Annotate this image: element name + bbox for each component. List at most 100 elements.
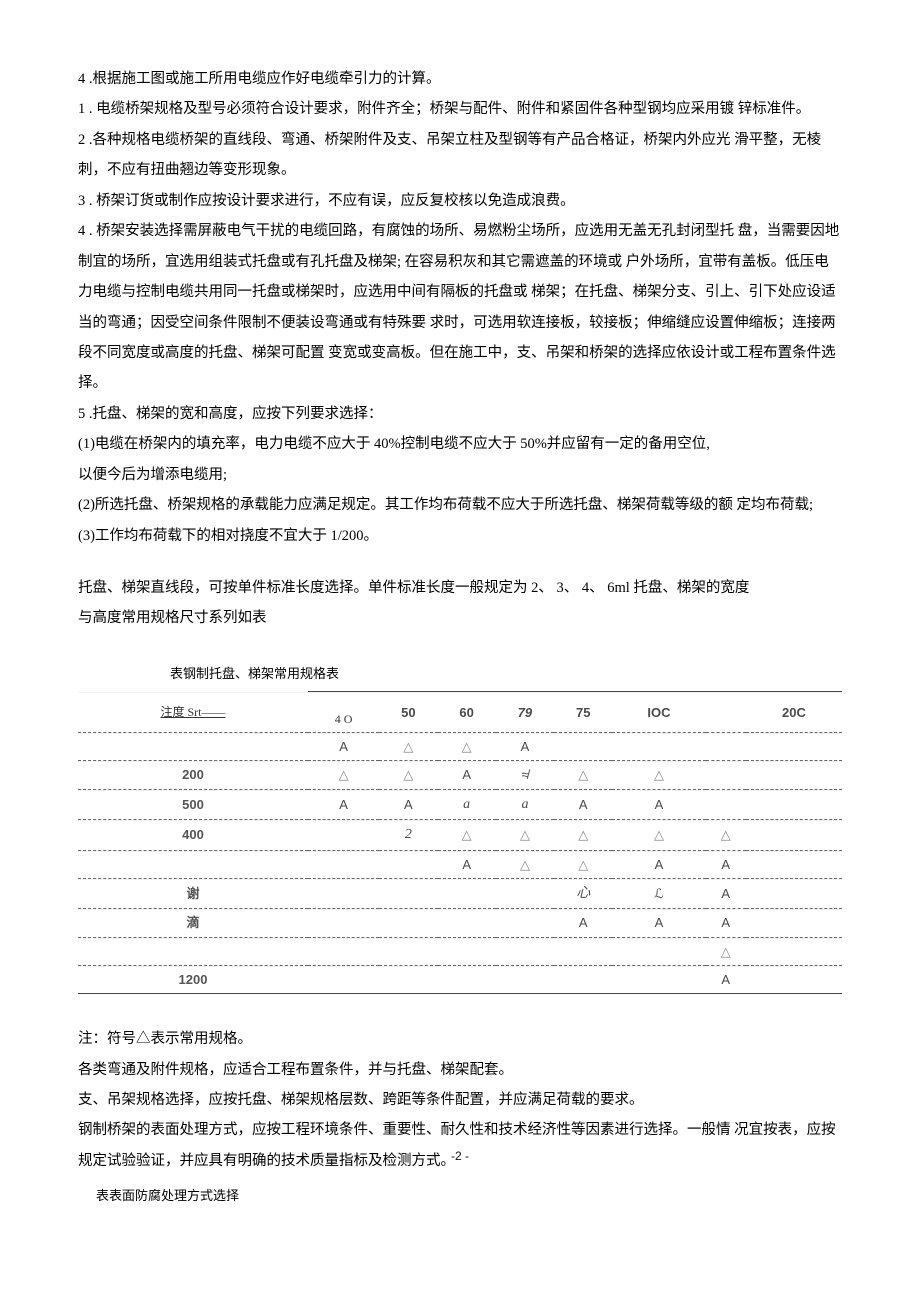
table-cell: A [438, 761, 496, 789]
col-header: 50 [379, 692, 437, 733]
table-cell: △ [496, 850, 554, 878]
table-cell [308, 909, 379, 937]
table-cell [554, 733, 612, 761]
table-cell [746, 820, 842, 850]
table-cell [746, 937, 842, 965]
table-cell: △ [379, 761, 437, 789]
table-cell: △ [496, 820, 554, 850]
table-header-row: 注度 Srt—— 4 O 50 60 79 75 IOC 20C [78, 692, 842, 733]
table-cell: △ [554, 850, 612, 878]
table-cell [308, 820, 379, 850]
table-cell: a [438, 789, 496, 819]
row-label: 500 [78, 789, 308, 819]
table-cell: A [496, 733, 554, 761]
paragraph: (2)所选托盘、桥架规格的承载能力应满足规定。其工作均布荷载不应大于所选托盘、梯… [78, 490, 842, 520]
table-cell: A [612, 789, 705, 819]
row-label [78, 937, 308, 965]
row-label: 谢 [78, 878, 308, 908]
table-cell [496, 937, 554, 965]
table-cell [706, 733, 746, 761]
table-cell: ℒ [612, 878, 705, 908]
table-cell [746, 909, 842, 937]
table-cell [308, 937, 379, 965]
table-cell [308, 850, 379, 878]
table-cell: △ [612, 820, 705, 850]
table-cell [438, 937, 496, 965]
table-cell: ≉ [496, 761, 554, 789]
table-cell [706, 761, 746, 789]
table-cell: 心 [554, 878, 612, 908]
row-label [78, 733, 308, 761]
page-number: -2 - [0, 1144, 920, 1273]
paragraph: 4 . 桥架安装选择需屏蔽电气干扰的电缆回路，有腐蚀的场所、易燃粉尘场所，应选用… [78, 216, 842, 399]
table-cell [554, 965, 612, 993]
table-cell: A [706, 850, 746, 878]
table-cell [438, 878, 496, 908]
table-row: △ [78, 937, 842, 965]
table-cell: △ [379, 733, 437, 761]
paragraph: 4 .根据施工图或施工所用电缆应作好电缆牵引力的计算。 [78, 64, 842, 94]
table-cell [379, 909, 437, 937]
col-header [706, 692, 746, 733]
table-cell [612, 937, 705, 965]
paragraph: 2 .各种规格电缆桥架的直线段、弯通、桥架附件及支、吊架立柱及型钢等有产品合格证… [78, 125, 842, 186]
table-cell: a [496, 789, 554, 819]
table-cell: A [706, 909, 746, 937]
table-caption: 表钢制托盘、梯架常用规格表 [170, 660, 842, 687]
col-header: 4 O [308, 692, 379, 733]
table-cell [379, 878, 437, 908]
table-cell: △ [438, 733, 496, 761]
table-cell: A [554, 789, 612, 819]
table-cell [379, 965, 437, 993]
spec-table: 注度 Srt—— 4 O 50 60 79 75 IOC 20C A△△A200… [78, 691, 842, 994]
table-cell [496, 878, 554, 908]
table-cell [612, 965, 705, 993]
table-header-left: 注度 Srt—— [78, 692, 308, 733]
table-cell [746, 789, 842, 819]
table-cell: △ [554, 761, 612, 789]
table-row: 谢心ℒA [78, 878, 842, 908]
table-cell: △ [438, 820, 496, 850]
table-cell: △ [706, 937, 746, 965]
table-cell: △ [308, 761, 379, 789]
table-row: 200△△A≉△△ [78, 761, 842, 789]
col-header: 75 [554, 692, 612, 733]
paragraph: (3)工作均布荷载下的相对挠度不宜大于 1/200。 [78, 521, 842, 551]
table-cell [379, 850, 437, 878]
row-label [78, 850, 308, 878]
note: 各类弯通及附件规格，应适合工程布置条件，并与托盘、梯架配套。 [78, 1055, 842, 1085]
table-cell [612, 733, 705, 761]
table-row: A△△A [78, 733, 842, 761]
table-cell [308, 965, 379, 993]
note: 支、吊架规格选择，应按托盘、梯架规格层数、跨距等条件配置，并应满足荷载的要求。 [78, 1085, 842, 1115]
paragraph: 与高度常用规格尺寸系列如表 [78, 603, 842, 633]
table-cell [379, 937, 437, 965]
table-cell: A [308, 789, 379, 819]
note: 注：符号△表示常用规格。 [78, 1024, 842, 1054]
table-cell [438, 965, 496, 993]
paragraph: (1)电缆在桥架内的填充率，电力电缆不应大于 40%控制电缆不应大于 50%并应… [78, 429, 842, 459]
table-row: 4002△△△△△ [78, 820, 842, 850]
paragraph: 托盘、梯架直线段，可按单件标准长度选择。单件标准长度一般规定为 2、 3、 4、… [78, 573, 842, 603]
table-cell [746, 965, 842, 993]
paragraph: 5 .托盘、梯架的宽和高度，应按下列要求选择： [78, 399, 842, 429]
table-cell [746, 878, 842, 908]
table-cell [746, 733, 842, 761]
paragraph: 以便今后为增添电缆用; [78, 460, 842, 490]
paragraph: 1 . 电缆桥架规格及型号必须符合设计要求，附件齐全；桥架与配件、附件和紧固件各… [78, 94, 842, 124]
col-header: 79 [496, 692, 554, 733]
table-cell: A [379, 789, 437, 819]
table-cell [496, 965, 554, 993]
row-label: 200 [78, 761, 308, 789]
table-row: A△△AA [78, 850, 842, 878]
col-header: 60 [438, 692, 496, 733]
table-cell [746, 761, 842, 789]
table-row: 滴AAA [78, 909, 842, 937]
table-cell: A [612, 909, 705, 937]
row-label: 1200 [78, 965, 308, 993]
table-cell [554, 937, 612, 965]
table-cell: A [308, 733, 379, 761]
table-cell: 2 [379, 820, 437, 850]
table-row: 500AAaaAA [78, 789, 842, 819]
table-cell [706, 789, 746, 819]
